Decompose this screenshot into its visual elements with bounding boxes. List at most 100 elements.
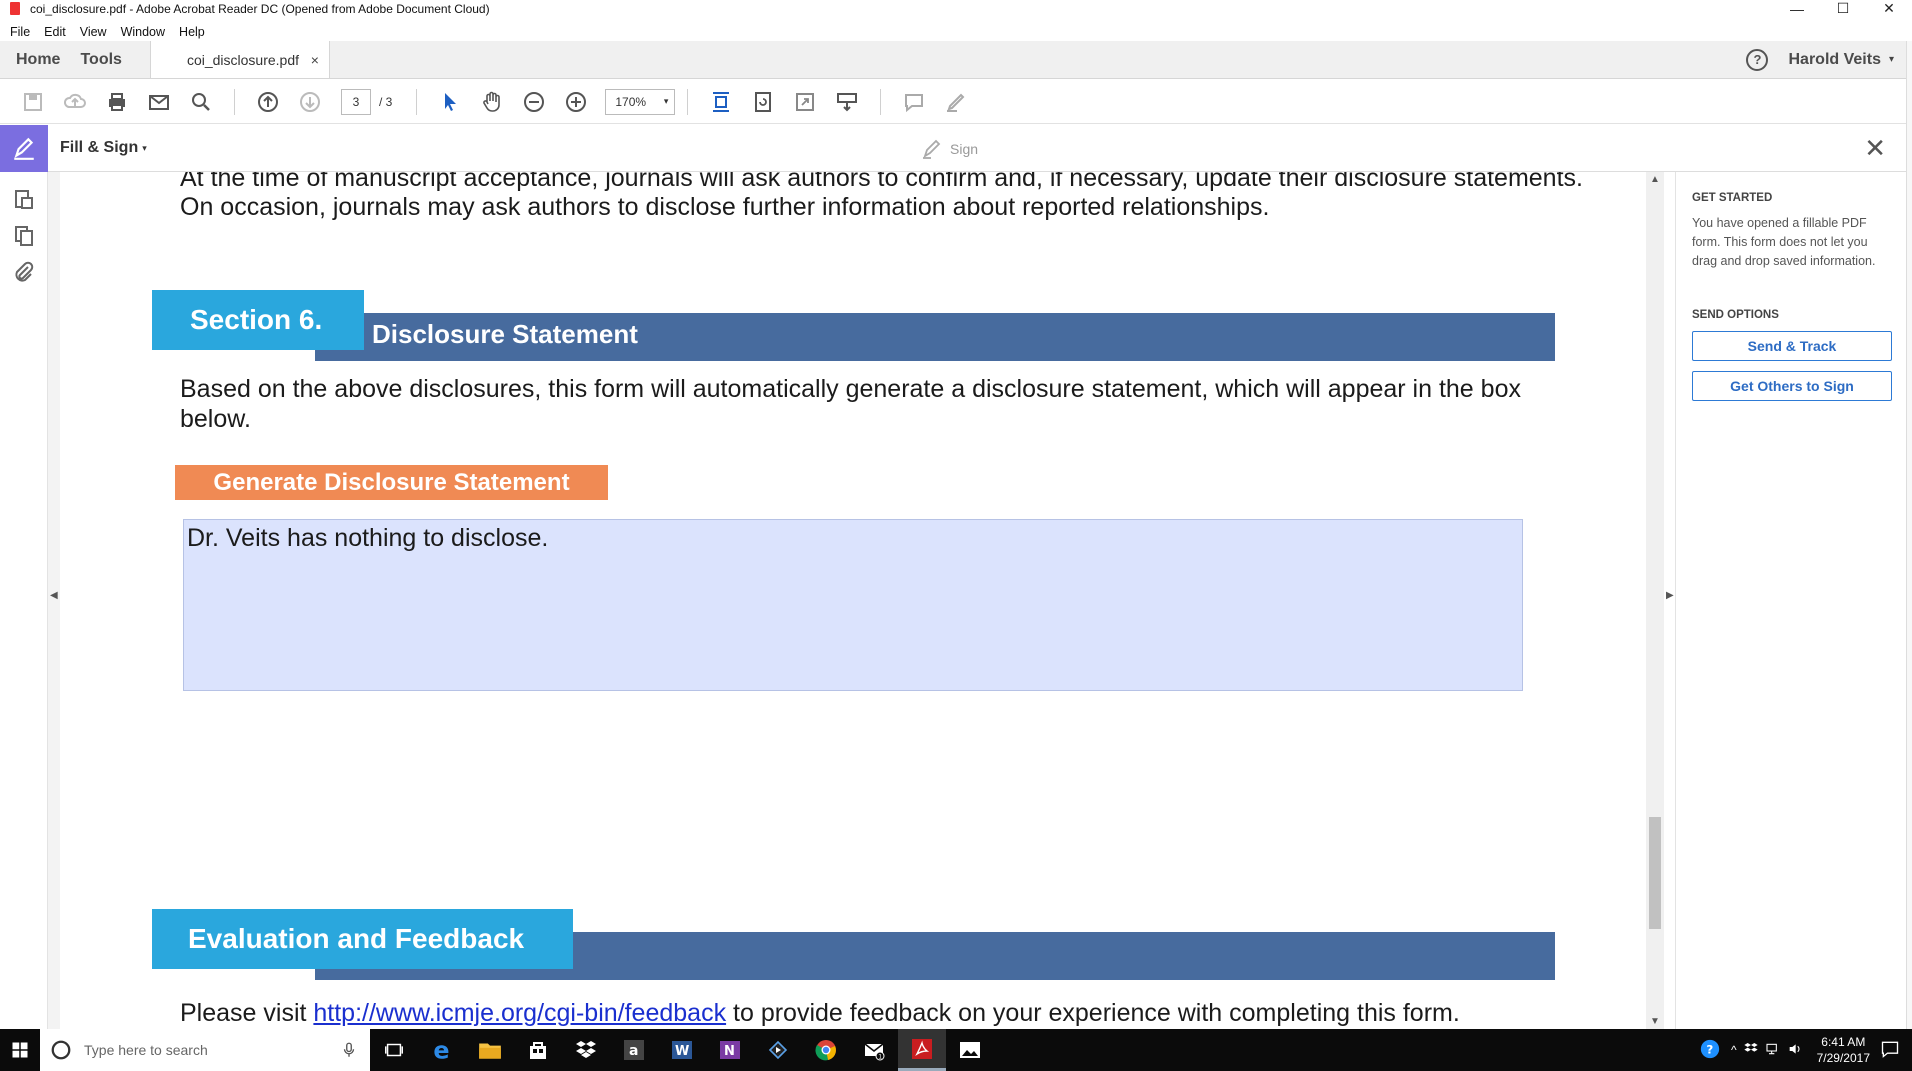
- next-page-icon[interactable]: [296, 88, 324, 116]
- scroll-up-icon[interactable]: ▲: [1650, 174, 1660, 185]
- word-icon[interactable]: W: [658, 1029, 706, 1071]
- disclosure-statement-field[interactable]: Dr. Veits has nothing to disclose.: [183, 519, 1523, 691]
- amazon-icon[interactable]: a: [610, 1029, 658, 1071]
- chevron-right-icon: ▶: [1666, 590, 1674, 601]
- dropbox-tray-icon[interactable]: [1743, 1041, 1759, 1060]
- mail-icon[interactable]: 1: [850, 1029, 898, 1071]
- taskbar-search[interactable]: Type here to search: [40, 1029, 370, 1071]
- dropbox-icon[interactable]: [562, 1029, 610, 1071]
- select-cursor-icon[interactable]: [436, 88, 464, 116]
- acrobat-reader-icon[interactable]: [898, 1029, 946, 1071]
- menu-bar: File Edit View Window Help: [0, 22, 1912, 41]
- menu-help[interactable]: Help: [179, 25, 205, 39]
- zoom-in-icon[interactable]: [562, 88, 590, 116]
- hand-tool-icon[interactable]: [478, 88, 506, 116]
- close-fill-sign-button[interactable]: ✕: [1864, 135, 1886, 161]
- edge-browser-icon[interactable]: e: [418, 1029, 466, 1071]
- microphone-icon[interactable]: [340, 1041, 358, 1059]
- search-icon[interactable]: [187, 88, 215, 116]
- onenote-icon[interactable]: N: [706, 1029, 754, 1071]
- sign-button[interactable]: Sign: [920, 137, 978, 161]
- toolbar-divider: [416, 88, 418, 115]
- fill-sign-menu[interactable]: Fill & Sign: [60, 139, 138, 157]
- section-6-tab: Section 6.: [152, 290, 364, 350]
- menu-file[interactable]: File: [10, 25, 30, 39]
- highlight-pen-icon[interactable]: [942, 88, 970, 116]
- previous-page-icon[interactable]: [254, 88, 282, 116]
- document-tab-label: coi_disclosure.pdf: [186, 51, 299, 68]
- user-menu-caret[interactable]: ▾: [1889, 54, 1894, 65]
- windows-start-icon[interactable]: [0, 1029, 40, 1071]
- get-others-sign-button[interactable]: Get Others to Sign: [1692, 371, 1892, 401]
- store-icon[interactable]: [514, 1029, 562, 1071]
- evaluation-feedback-tab: Evaluation and Feedback: [152, 909, 573, 969]
- disclosure-text: Dr. Veits has nothing to disclose.: [187, 524, 549, 552]
- close-window-button[interactable]: ✕: [1866, 0, 1912, 17]
- volume-icon[interactable]: [1787, 1041, 1803, 1060]
- menu-view[interactable]: View: [80, 25, 107, 39]
- title-bar: coi_disclosure.pdf - Adobe Acrobat Reade…: [0, 0, 1912, 17]
- right-panel-toggle[interactable]: ▶: [1664, 172, 1676, 1029]
- bookmark-icon[interactable]: [12, 188, 36, 212]
- tab-home[interactable]: Home: [0, 41, 76, 78]
- full-screen-icon[interactable]: [791, 88, 819, 116]
- comment-icon[interactable]: [900, 88, 928, 116]
- window-controls: — ☐ ✕: [1774, 0, 1912, 17]
- paragraph-line: On occasion, journals may ask authors to…: [180, 193, 1270, 221]
- chrome-icon[interactable]: [802, 1029, 850, 1071]
- task-view-icon[interactable]: [370, 1029, 418, 1071]
- upload-cloud-icon[interactable]: [61, 88, 89, 116]
- mail-badge: 1: [878, 1054, 882, 1061]
- toolbar-divider: [687, 88, 689, 115]
- scrolling-mode-icon[interactable]: [707, 88, 735, 116]
- rotate-view-icon[interactable]: [749, 88, 777, 116]
- page-number-input[interactable]: 3: [341, 88, 371, 115]
- chevron-down-icon[interactable]: ▾: [142, 143, 147, 154]
- action-center-icon[interactable]: [1880, 1039, 1900, 1062]
- attachment-icon[interactable]: [12, 260, 36, 284]
- file-explorer-icon[interactable]: [466, 1029, 514, 1071]
- document-scrollbar[interactable]: ▲ ▼: [1646, 172, 1664, 1029]
- keyboard-download-icon[interactable]: [833, 88, 861, 116]
- cortana-circle-icon: [51, 1040, 71, 1060]
- email-icon[interactable]: [145, 88, 173, 116]
- zoom-level-dropdown[interactable]: 170% ▾: [605, 88, 676, 115]
- media-player-icon[interactable]: [754, 1029, 802, 1071]
- fill-sign-tool-icon[interactable]: [0, 124, 48, 172]
- photos-icon[interactable]: [946, 1029, 994, 1071]
- generate-disclosure-button[interactable]: Generate Disclosure Statement: [175, 465, 608, 500]
- get-started-text: You have opened a fillable PDF form. Thi…: [1692, 216, 1876, 268]
- scroll-down-icon[interactable]: ▼: [1650, 1016, 1660, 1027]
- menu-window[interactable]: Window: [121, 25, 165, 39]
- tab-document[interactable]: coi_disclosure.pdf ×: [149, 41, 330, 78]
- network-icon[interactable]: [1765, 1041, 1781, 1060]
- left-navigation-rail: [0, 172, 48, 1029]
- paragraph-line: Based on the above disclosures, this for…: [180, 375, 1521, 403]
- minimize-button[interactable]: —: [1774, 0, 1820, 17]
- help-icon[interactable]: ?: [1746, 48, 1769, 71]
- maximize-button[interactable]: ☐: [1820, 0, 1866, 17]
- system-tray: ? ^ 6:41 AM 7/29/2017: [1699, 1034, 1912, 1066]
- send-track-button[interactable]: Send & Track: [1692, 331, 1892, 361]
- chevron-up-icon[interactable]: ^: [1731, 1043, 1737, 1057]
- document-view[interactable]: At the time of manuscript acceptance, jo…: [60, 172, 1652, 1029]
- clock-time: 6:41 AM: [1821, 1035, 1866, 1049]
- save-icon[interactable]: [19, 88, 47, 116]
- menu-edit[interactable]: Edit: [44, 25, 66, 39]
- feedback-pre-text: Please visit: [180, 999, 314, 1027]
- feedback-link[interactable]: http://www.icmje.org/cgi-bin/feedback: [313, 999, 726, 1027]
- print-icon[interactable]: [103, 88, 131, 116]
- paragraph-line: At the time of manuscript acceptance, jo…: [180, 172, 1583, 192]
- scrollbar-thumb[interactable]: [1649, 817, 1661, 929]
- zoom-out-icon[interactable]: [520, 88, 548, 116]
- help-circle-icon[interactable]: ?: [1699, 1038, 1721, 1063]
- feedback-post-text: to provide feedback on your experience w…: [726, 999, 1460, 1027]
- left-panel-toggle[interactable]: ◀: [48, 172, 60, 1029]
- tab-tools[interactable]: Tools: [76, 41, 137, 78]
- page-thumbnails-icon[interactable]: [12, 224, 36, 248]
- taskbar-clock[interactable]: 6:41 AM 7/29/2017: [1817, 1034, 1870, 1066]
- close-tab-button[interactable]: ×: [311, 52, 319, 68]
- svg-text:e: e: [433, 1037, 449, 1063]
- svg-text:N: N: [724, 1044, 735, 1059]
- user-name[interactable]: Harold Veits: [1788, 51, 1880, 69]
